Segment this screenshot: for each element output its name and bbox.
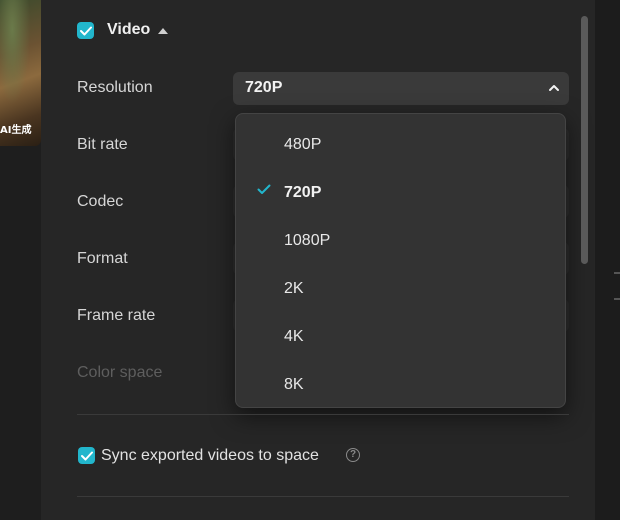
sync-checkbox[interactable] <box>78 447 95 464</box>
resolution-label: Resolution <box>77 79 153 96</box>
edge-handle <box>614 298 620 300</box>
colorspace-label: Color space <box>77 364 163 381</box>
media-thumbnail[interactable]: AI生成 <box>0 0 41 146</box>
format-label: Format <box>77 250 128 267</box>
collapse-caret-icon[interactable] <box>158 28 168 34</box>
sync-label: Sync exported videos to space <box>101 447 319 464</box>
bitrate-label: Bit rate <box>77 136 128 153</box>
video-checkbox[interactable] <box>77 22 94 39</box>
left-media-strip: AI生成 <box>0 0 41 520</box>
option-2k[interactable]: 2K <box>284 280 304 298</box>
check-icon <box>80 451 93 460</box>
option-4k[interactable]: 4K <box>284 328 304 346</box>
edge-handle <box>614 272 620 274</box>
bottom-divider <box>77 496 569 497</box>
option-8k[interactable]: 8K <box>284 376 304 394</box>
chevron-up-icon <box>549 85 559 91</box>
selected-check-icon <box>257 184 271 194</box>
video-section-title: Video <box>107 21 151 38</box>
resolution-dropdown: 480P 720P 1080P 2K 4K 8K <box>235 113 566 408</box>
option-480p[interactable]: 480P <box>284 136 321 154</box>
thumbnail-label: AI生成 <box>0 125 32 136</box>
resolution-select[interactable]: 720P <box>233 72 569 105</box>
right-edge-panel <box>595 0 620 520</box>
help-icon[interactable]: ? <box>346 448 360 462</box>
option-1080p[interactable]: 1080P <box>284 232 330 250</box>
section-divider <box>77 414 569 415</box>
framerate-label: Frame rate <box>77 307 156 324</box>
scrollbar-thumb[interactable] <box>581 16 588 264</box>
codec-label: Codec <box>77 193 124 210</box>
check-icon <box>79 26 92 35</box>
option-720p[interactable]: 720P <box>284 184 321 202</box>
resolution-value: 720P <box>245 79 283 96</box>
